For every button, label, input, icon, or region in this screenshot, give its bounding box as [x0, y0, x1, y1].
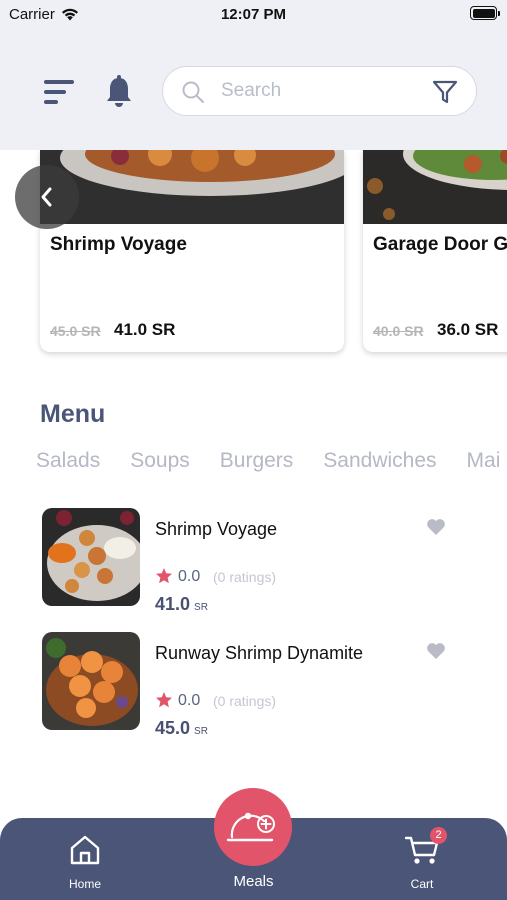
offer-name: Garage Door G	[373, 234, 507, 255]
menu-title: Menu	[40, 400, 106, 428]
offer-new-price: 36.0 SR	[437, 320, 499, 339]
heart-icon[interactable]	[426, 518, 446, 536]
meals-button[interactable]	[214, 788, 292, 866]
offer-new-price: 41.0 SR	[114, 320, 176, 339]
item-rating: 0.0	[178, 568, 201, 585]
tab-cart-label: Cart	[410, 877, 434, 891]
item-image	[42, 508, 140, 606]
item-price: 45.0 SR	[155, 718, 208, 739]
menu-icon[interactable]	[42, 78, 76, 106]
menu-item[interactable]: Runway Shrimp Dynamite 0.0 (0 ratings) 4…	[42, 632, 462, 738]
bell-icon[interactable]	[104, 74, 134, 108]
offer-name: Shrimp Voyage	[50, 234, 187, 255]
status-time: 12:07 PM	[220, 6, 287, 23]
status-bar: Carrier 12:07 PM	[0, 0, 507, 30]
search-input[interactable]	[221, 77, 421, 105]
item-price-value: 41.0	[155, 594, 191, 614]
item-ratings-count: (0 ratings)	[213, 569, 277, 585]
tab-cart[interactable]: Cart	[372, 818, 472, 900]
offer-old-price: 45.0 SR	[50, 323, 101, 339]
battery-icon	[470, 6, 500, 20]
heart-icon[interactable]	[426, 642, 446, 660]
star-icon	[156, 568, 172, 584]
item-name: Runway Shrimp Dynamite	[155, 643, 364, 663]
category-tab[interactable]: Burgers	[220, 449, 294, 473]
tab-home[interactable]: Home	[35, 818, 135, 900]
filter-icon[interactable]	[432, 79, 458, 105]
cart-badge: 2	[430, 827, 447, 844]
star-icon	[156, 692, 172, 708]
category-tab[interactable]: Soups	[130, 449, 190, 473]
offer-image	[363, 150, 507, 224]
category-tab[interactable]: Salads	[36, 449, 100, 473]
item-rating: 0.0	[178, 692, 201, 709]
meals-label: Meals	[233, 873, 274, 890]
offer-card[interactable]: Shrimp Voyage 45.0 SR 41.0 SR	[40, 150, 344, 352]
item-price-value: 45.0	[155, 718, 191, 738]
category-tab[interactable]: Sandwiches	[323, 449, 436, 473]
offer-old-price: 40.0 SR	[373, 323, 424, 339]
offer-image	[40, 150, 344, 224]
item-currency: SR	[194, 602, 208, 613]
home-icon	[70, 835, 100, 865]
menu-item[interactable]: Shrimp Voyage 0.0 (0 ratings) 41.0 SR	[42, 508, 462, 614]
item-price: 41.0 SR	[155, 594, 208, 615]
item-name: Shrimp Voyage	[155, 519, 278, 539]
item-ratings-count: (0 ratings)	[213, 693, 277, 709]
offer-card[interactable]: Garage Door G 40.0 SR 36.0 SR	[363, 150, 507, 352]
search-icon	[182, 81, 204, 103]
item-image	[42, 632, 140, 730]
offers-carousel[interactable]: Shrimp Voyage 45.0 SR 41.0 SR Garage Doo…	[0, 150, 507, 360]
category-tab[interactable]: Mai	[467, 449, 501, 473]
meals-cloche-icon	[226, 812, 275, 842]
search-bar	[162, 66, 477, 116]
category-tabs: Salads Soups Burgers Sandwiches Mai	[36, 449, 507, 479]
carousel-prev-button[interactable]	[15, 165, 79, 229]
tab-home-label: Home	[68, 877, 101, 891]
item-currency: SR	[194, 726, 208, 737]
chevron-left-icon	[41, 187, 52, 207]
